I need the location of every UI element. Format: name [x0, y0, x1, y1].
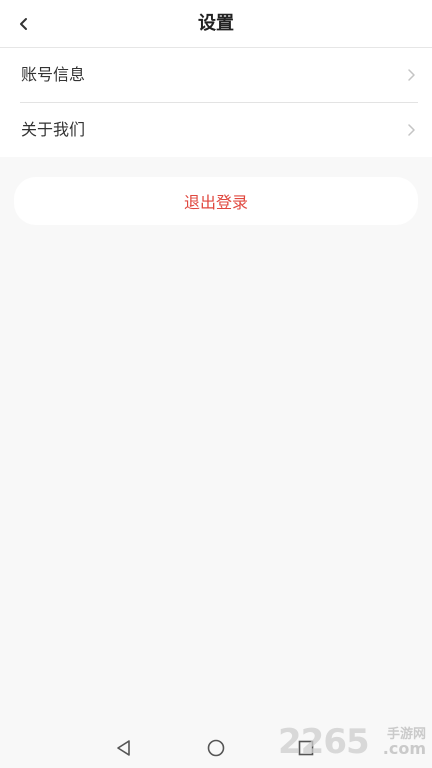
system-nav-bar	[0, 728, 432, 768]
logout-button[interactable]: 退出登录	[14, 177, 418, 225]
page-title: 设置	[198, 13, 234, 34]
settings-item-label: 账号信息	[21, 65, 86, 84]
chevron-right-icon	[408, 69, 415, 81]
square-recent-icon	[298, 740, 314, 756]
settings-list: 账号信息 关于我们	[0, 48, 432, 157]
header-bar: 设置	[0, 0, 432, 48]
settings-item-account-info[interactable]: 账号信息	[20, 48, 418, 102]
settings-page: 设置 账号信息 关于我们 退出登录 2265 手游网 .com	[0, 0, 432, 768]
triangle-back-icon	[117, 740, 130, 756]
nav-back-button[interactable]	[112, 736, 136, 760]
nav-home-button[interactable]	[204, 736, 228, 760]
logout-label: 退出登录	[183, 193, 248, 212]
chevron-right-icon	[408, 124, 415, 136]
settings-item-about-us[interactable]: 关于我们	[20, 102, 418, 157]
nav-recent-button[interactable]	[294, 736, 318, 760]
settings-item-label: 关于我们	[21, 120, 86, 139]
circle-home-icon	[207, 739, 225, 757]
